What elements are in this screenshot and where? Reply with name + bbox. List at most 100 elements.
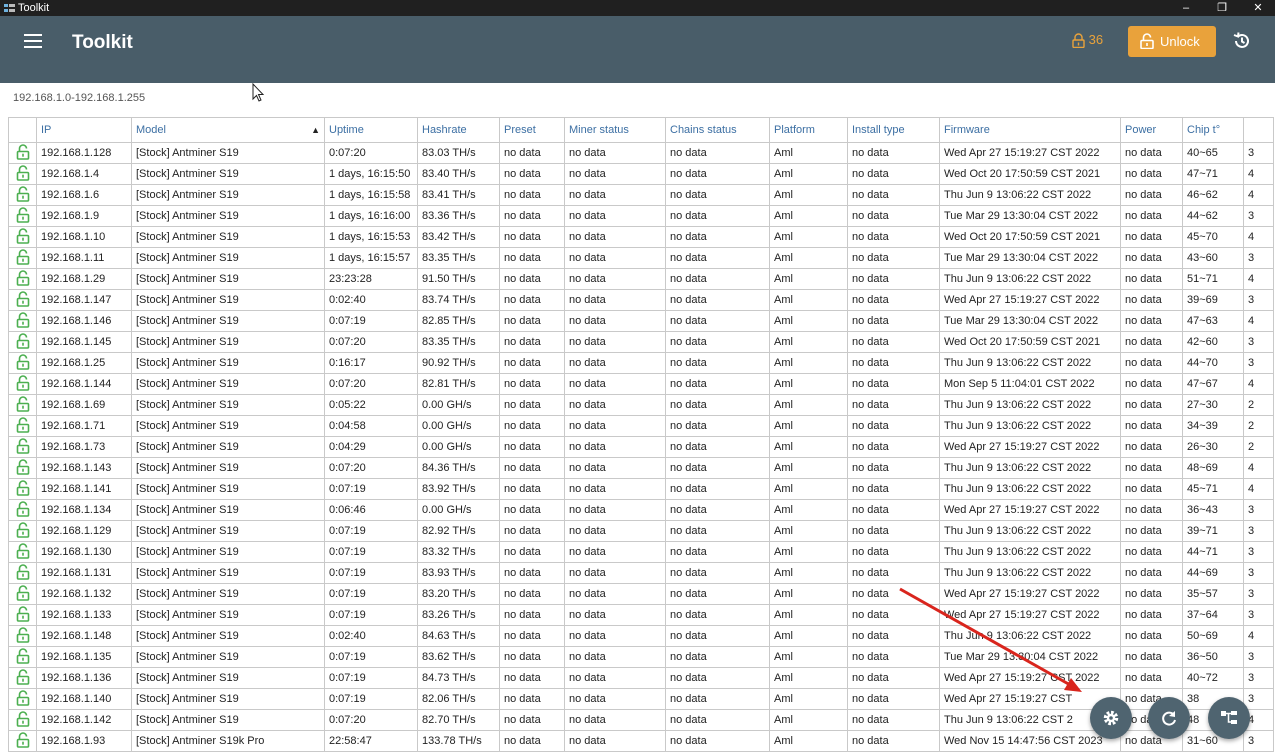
app-title: Toolkit [72,32,133,53]
cell-extra: 3 [1243,646,1274,668]
cell-hashrate: 82.92 TH/s [417,520,500,542]
table-row[interactable]: 192.168.1.141 [Stock] Antminer S19 0:07:19… [8,478,1274,500]
network-button[interactable] [1208,697,1250,739]
cell-extra: 3 [1243,352,1274,374]
table-row[interactable]: 192.168.1.6 [Stock] Antminer S19 1 days, 1… [8,184,1274,206]
miner-table: IP Model ▲ Uptime Hashrate Preset Miner s… [8,117,1274,752]
cell-platform: Aml [769,289,848,311]
settings-button[interactable] [1090,697,1132,739]
cell-miner-status: no data [564,646,666,668]
cell-chip-temp: 46~62 [1182,184,1244,206]
cell-chip-temp: 44~70 [1182,352,1244,374]
refresh-icon [1162,711,1176,726]
cell-firmware: Wed Oct 20 17:50:59 CST 2021 [939,163,1121,185]
cell-hashrate: 83.93 TH/s [417,562,500,584]
unlocked-icon [8,142,37,164]
column-header-preset[interactable]: Preset [499,117,565,143]
table-row[interactable]: 192.168.1.147 [Stock] Antminer S19 0:02:40… [8,289,1274,311]
cell-hashrate: 83.35 TH/s [417,247,500,269]
column-header-model[interactable]: Model ▲ [131,117,325,143]
window-title: Toolkit [18,2,50,14]
cell-ip: 192.168.1.135 [36,646,132,668]
cell-miner-status: no data [564,688,666,710]
table-row[interactable]: 192.168.1.69 [Stock] Antminer S19 0:05:22 0… [8,394,1274,416]
cell-hashrate: 83.26 TH/s [417,604,500,626]
table-row[interactable]: 192.168.1.73 [Stock] Antminer S19 0:04:29 0… [8,436,1274,458]
minimize-button[interactable]: – [1168,0,1204,16]
maximize-button[interactable]: ❐ [1204,0,1240,16]
cell-uptime: 0:05:22 [324,394,418,416]
cell-model: [Stock] Antminer S19 [131,625,325,647]
cell-preset: no data [499,184,565,206]
table-row[interactable]: 192.168.1.9 [Stock] Antminer S19 1 days, 1… [8,205,1274,227]
cell-hashrate: 83.42 TH/s [417,226,500,248]
table-row[interactable]: 192.168.1.136 [Stock] Antminer S19 0:07:19… [8,667,1274,689]
cell-install-type: no data [847,499,940,521]
table-row[interactable]: 192.168.1.10 [Stock] Antminer S19 1 days, … [8,226,1274,248]
cell-ip: 192.168.1.148 [36,625,132,647]
cell-preset: no data [499,541,565,563]
cell-ip: 192.168.1.144 [36,373,132,395]
column-header-power[interactable]: Power [1120,117,1183,143]
cell-ip: 192.168.1.142 [36,709,132,731]
table-row[interactable]: 192.168.1.11 [Stock] Antminer S19 1 days, … [8,247,1274,269]
table-row[interactable]: 192.168.1.128 [Stock] Antminer S19 0:07:20… [8,142,1274,164]
table-row[interactable]: 192.168.1.25 [Stock] Antminer S19 0:16:17 9… [8,352,1274,374]
column-header-install-type[interactable]: Install type [847,117,940,143]
cell-platform: Aml [769,667,848,689]
column-header-platform[interactable]: Platform [769,117,848,143]
table-row[interactable]: 192.168.1.146 [Stock] Antminer S19 0:07:19… [8,310,1274,332]
cell-miner-status: no data [564,541,666,563]
table-row[interactable]: 192.168.1.132 [Stock] Antminer S19 0:07:19… [8,583,1274,605]
unlocked-icon [8,415,37,437]
table-row[interactable]: 192.168.1.133 [Stock] Antminer S19 0:07:19… [8,604,1274,626]
cell-miner-status: no data [564,205,666,227]
table-row[interactable]: 192.168.1.148 [Stock] Antminer S19 0:02:40… [8,625,1274,647]
cell-firmware: Wed Nov 15 14:47:56 CST 2023 [939,730,1121,752]
cell-ip: 192.168.1.9 [36,205,132,227]
column-header-chains-status[interactable]: Chains status [665,117,770,143]
table-row[interactable]: 192.168.1.130 [Stock] Antminer S19 0:07:19… [8,541,1274,563]
unlock-button[interactable]: Unlock [1128,26,1216,57]
cell-firmware: Wed Apr 27 15:19:27 CST 2022 [939,142,1121,164]
column-header-uptime[interactable]: Uptime [324,117,418,143]
cell-preset: no data [499,415,565,437]
table-row[interactable]: 192.168.1.129 [Stock] Antminer S19 0:07:19… [8,520,1274,542]
table-row[interactable]: 192.168.1.135 [Stock] Antminer S19 0:07:19… [8,646,1274,668]
cell-firmware: Thu Jun 9 13:06:22 CST 2022 [939,268,1121,290]
table-row[interactable]: 192.168.1.145 [Stock] Antminer S19 0:07:20… [8,331,1274,353]
cell-extra: 3 [1243,604,1274,626]
cell-power: no data [1120,457,1183,479]
column-header-ip[interactable]: IP [36,117,132,143]
table-row[interactable]: 192.168.1.4 [Stock] Antminer S19 1 days, 1… [8,163,1274,185]
cell-install-type: no data [847,562,940,584]
cell-chains-status: no data [665,457,770,479]
refresh-button[interactable] [1148,697,1190,739]
column-header-chip-temp[interactable]: Chip t° [1182,117,1244,143]
table-row[interactable]: 192.168.1.140 [Stock] Antminer S19 0:07:19… [8,688,1274,710]
column-header-truncated[interactable] [1243,117,1274,143]
cell-power: no data [1120,205,1183,227]
table-row[interactable]: 192.168.1.93 [Stock] Antminer S19k Pro 22:… [8,730,1274,752]
cell-ip: 192.168.1.146 [36,310,132,332]
column-header-firmware[interactable]: Firmware [939,117,1121,143]
table-row[interactable]: 192.168.1.131 [Stock] Antminer S19 0:07:19… [8,562,1274,584]
cell-uptime: 0:07:20 [324,331,418,353]
column-header-hashrate[interactable]: Hashrate [417,117,500,143]
table-row[interactable]: 192.168.1.142 [Stock] Antminer S19 0:07:20… [8,709,1274,731]
cell-miner-status: no data [564,226,666,248]
table-row[interactable]: 192.168.1.134 [Stock] Antminer S19 0:06:46… [8,499,1274,521]
unlocked-icon [8,709,37,731]
history-icon[interactable] [1232,31,1252,51]
table-row[interactable]: 192.168.1.71 [Stock] Antminer S19 0:04:58 0… [8,415,1274,437]
table-row[interactable]: 192.168.1.144 [Stock] Antminer S19 0:07:20… [8,373,1274,395]
column-header-miner-status[interactable]: Miner status [564,117,666,143]
table-row[interactable]: 192.168.1.29 [Stock] Antminer S19 23:23:28… [8,268,1274,290]
unlocked-icon [8,562,37,584]
table-row[interactable]: 192.168.1.143 [Stock] Antminer S19 0:07:20… [8,457,1274,479]
cell-model: [Stock] Antminer S19 [131,331,325,353]
cell-power: no data [1120,268,1183,290]
close-button[interactable]: ✕ [1240,0,1275,16]
menu-icon[interactable] [24,34,42,48]
cell-platform: Aml [769,226,848,248]
